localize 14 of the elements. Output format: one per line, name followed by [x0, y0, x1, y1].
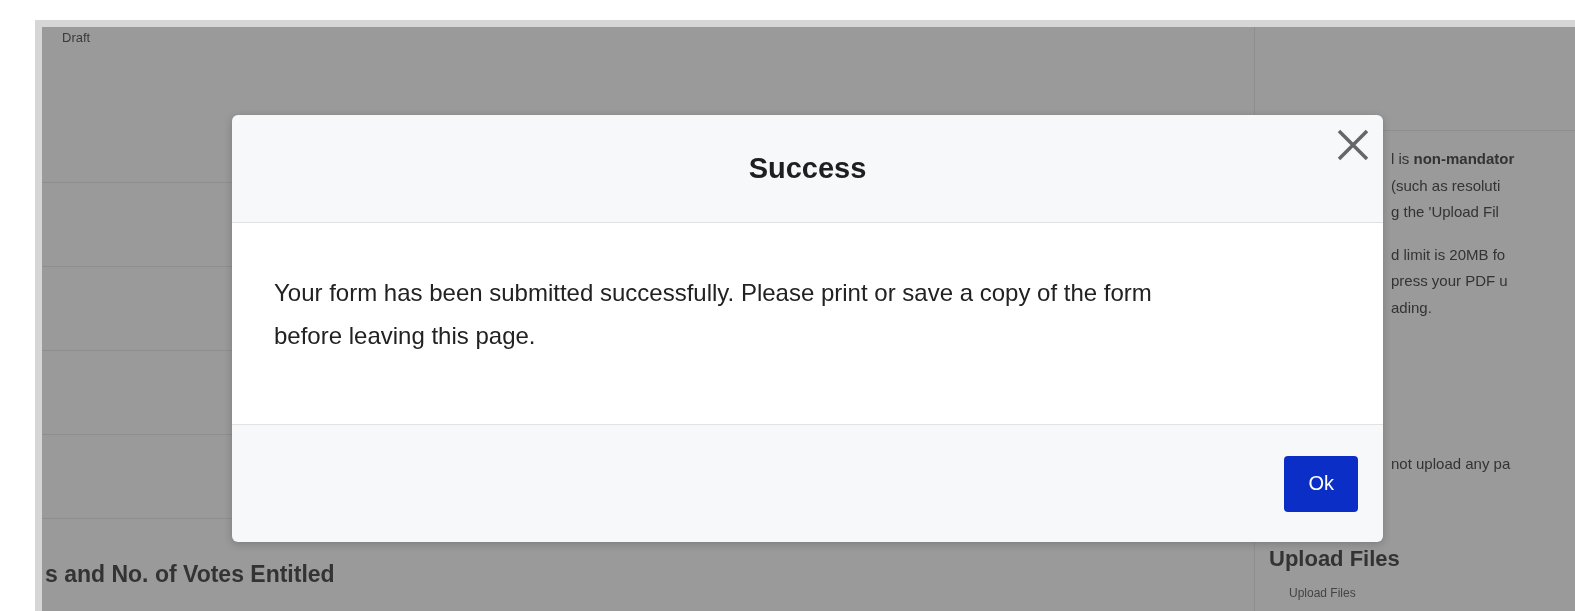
ok-button[interactable]: Ok	[1284, 455, 1358, 512]
dialog-message: Your form has been submitted successfully. Please print or save a copy of the form before leaving this page.	[274, 278, 1153, 351]
note-text: l is non-mandator	[1391, 149, 1516, 169]
note-text: press your PDF u	[1391, 271, 1509, 291]
upload-heading: Upload Files	[1269, 545, 1400, 572]
note-text: d limit is 20MB fo	[1391, 244, 1507, 265]
section-heading: s and No. of Votes Entitled	[44, 560, 336, 588]
note-text: ading.	[1391, 297, 1433, 318]
note-text: not upload any pa	[1391, 454, 1512, 474]
dialog-title: Success	[748, 152, 867, 185]
note-text: g the 'Upload Fil	[1391, 202, 1500, 222]
close-icon[interactable]	[1335, 127, 1371, 163]
note-text: (such as resoluti	[1391, 175, 1502, 196]
upload-label: Upload Files	[1289, 585, 1356, 600]
